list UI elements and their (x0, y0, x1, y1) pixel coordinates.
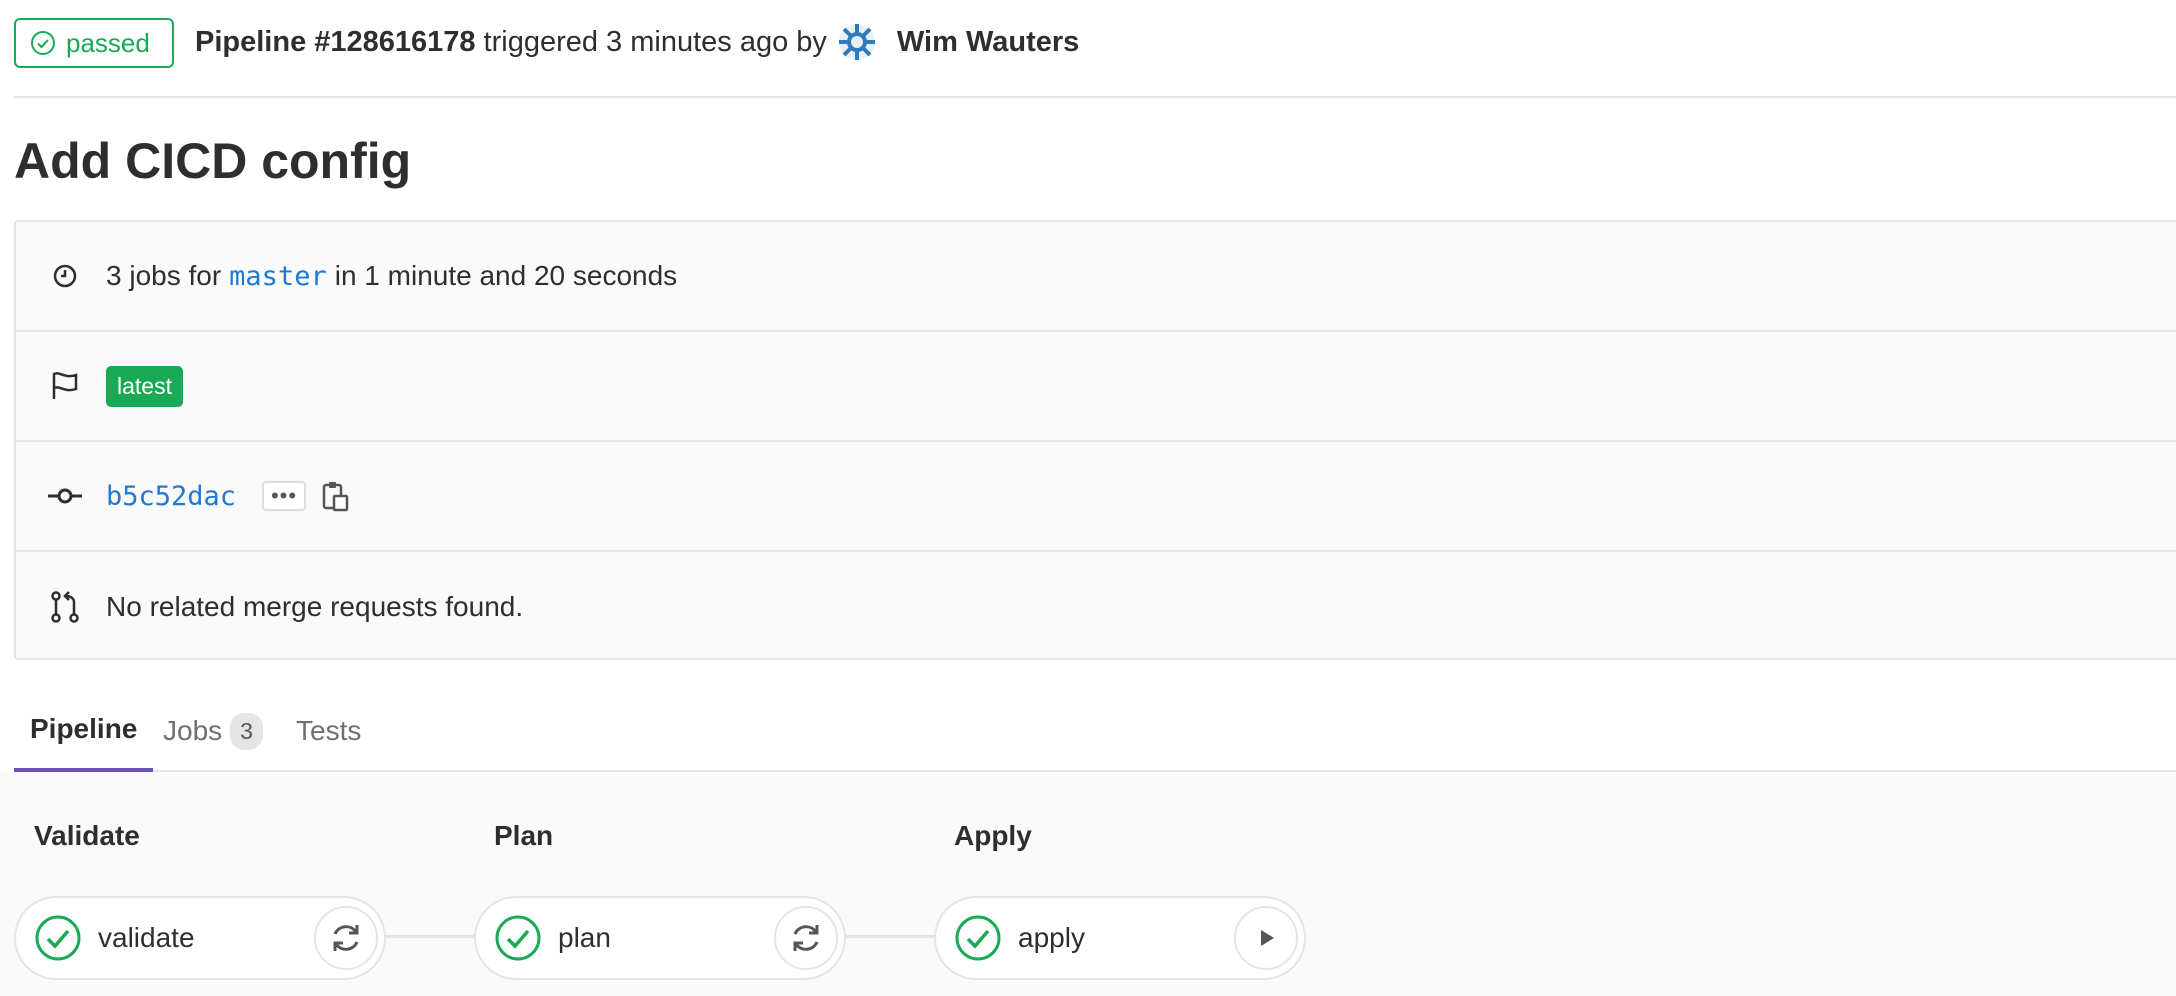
commit-row: b5c52dac ••• (16, 442, 2176, 552)
job-validate[interactable]: validate (14, 896, 386, 980)
status-badge[interactable]: passed (14, 18, 174, 68)
status-label: passed (66, 27, 150, 58)
job-name: plan (558, 922, 611, 953)
success-status-icon (495, 915, 541, 961)
triggered-text: triggered 3 minutes ago by (483, 25, 827, 58)
merge-requests-row: No related merge requests found. (16, 552, 2176, 662)
stage-connector (386, 935, 476, 938)
header-summary: Pipeline #128616178 triggered 3 minutes … (195, 22, 1079, 62)
jobs-count-badge: 3 (230, 712, 263, 750)
flag-icon (48, 369, 82, 403)
job-apply[interactable]: apply (934, 896, 1306, 980)
author-name[interactable]: Wim Wauters (897, 26, 1079, 59)
pipeline-id: Pipeline #128616178 (195, 25, 476, 58)
expand-commit-button[interactable]: ••• (262, 481, 307, 511)
avatar-icon (838, 24, 875, 60)
latest-badge: latest (106, 365, 183, 407)
stage-title-apply: Apply (954, 820, 1032, 851)
job-name: validate (98, 922, 195, 953)
retry-button[interactable] (314, 906, 378, 970)
stage-title-validate: Validate (34, 820, 140, 851)
tab-jobs-label: Jobs (163, 715, 223, 746)
clipboard-icon (322, 482, 349, 512)
check-circle-icon (31, 31, 55, 55)
jobs-count-text: 3 jobs for (106, 260, 222, 291)
play-button[interactable] (1234, 906, 1298, 970)
clock-icon (48, 259, 82, 293)
merge-requests-text: No related merge requests found. (106, 591, 524, 622)
job-plan[interactable]: plan (474, 896, 846, 980)
tab-tests[interactable]: Tests (296, 690, 361, 772)
tab-pipeline-label: Pipeline (30, 713, 138, 744)
commit-sha-link[interactable]: b5c52dac (106, 481, 236, 512)
retry-icon (793, 925, 819, 951)
retry-icon (333, 925, 359, 951)
play-icon (1261, 930, 1274, 946)
pipeline-header: passed Pipeline #128616178 triggered 3 m… (14, 0, 2176, 98)
avatar[interactable] (837, 22, 877, 62)
pipeline-graph: Validate Plan Apply validate plan apply (0, 772, 2176, 996)
pipeline-tabs: Pipeline Jobs 3 Tests (14, 690, 2176, 772)
copy-sha-button[interactable] (322, 480, 350, 512)
page-title: Add CICD config (14, 133, 412, 189)
branch-link[interactable]: master (229, 261, 327, 292)
tags-row: latest (16, 332, 2176, 442)
success-status-icon (955, 915, 1001, 961)
job-name: apply (1018, 922, 1085, 953)
commit-icon (48, 479, 82, 513)
tab-jobs[interactable]: Jobs 3 (163, 690, 263, 772)
tab-tests-label: Tests (296, 715, 362, 746)
stage-connector (846, 935, 936, 938)
jobs-duration-row: 3 jobs for master in 1 minute and 20 sec… (16, 222, 2176, 332)
success-status-icon (35, 915, 81, 961)
stage-title-plan: Plan (494, 820, 554, 851)
merge-request-icon (48, 590, 82, 624)
duration-text: in 1 minute and 20 seconds (334, 260, 678, 291)
retry-button[interactable] (774, 906, 838, 970)
tab-pipeline[interactable]: Pipeline (14, 690, 154, 772)
pipeline-info-panel: 3 jobs for master in 1 minute and 20 sec… (14, 220, 2176, 660)
